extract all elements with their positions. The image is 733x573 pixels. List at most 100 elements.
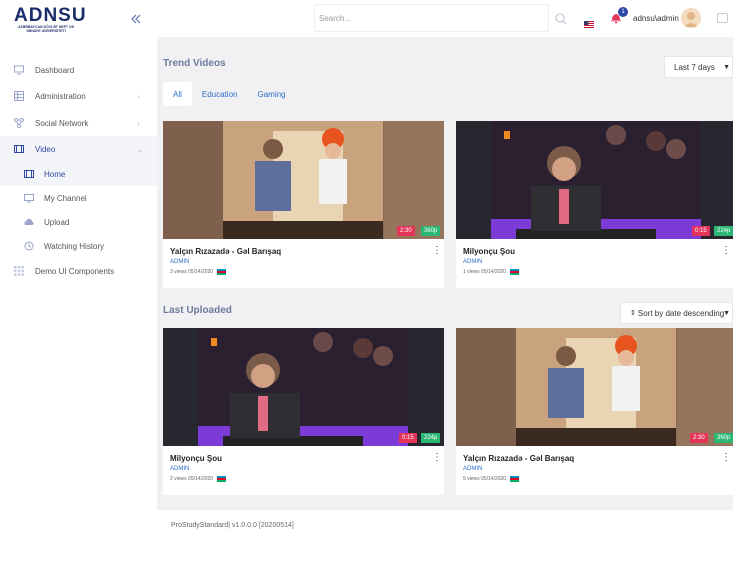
sidebar-item-label: Upload — [44, 217, 70, 227]
chevron-right-icon: › — [137, 118, 140, 128]
sidebar-subitem-my-channel[interactable]: My Channel — [0, 186, 157, 210]
sidebar-subitem-home[interactable]: Home — [0, 162, 157, 186]
sidebar-item-label: Home — [44, 169, 66, 179]
video-meta: 5 views 05/14/2020 — [463, 476, 520, 482]
more-options-icon[interactable]: ⋮ — [432, 245, 442, 256]
video-thumbnail[interactable]: 2:30 360p — [163, 121, 444, 239]
chevron-right-icon: › — [137, 91, 140, 101]
duration-badge: 2:30 — [690, 433, 708, 443]
video-title[interactable]: Yalçın Rızazadə - Gəl Barışaq — [170, 247, 281, 256]
avatar[interactable] — [681, 8, 701, 28]
sidebar-nav: Dashboard Administration › Social Networ… — [0, 58, 157, 284]
video-author[interactable]: ADMIN — [170, 259, 189, 265]
video-title[interactable]: Yalçın Rızazadə - Gəl Barışaq — [463, 454, 574, 463]
sidebar-item-label: Video — [35, 144, 56, 154]
video-author[interactable]: ADMIN — [170, 466, 189, 472]
monitor-icon — [24, 193, 34, 203]
video-meta: 3 views 05/14/2020 — [170, 269, 227, 275]
duration-badge: 0:15 — [692, 226, 710, 236]
resolution-badge: 224p — [421, 433, 441, 443]
video-author[interactable]: ADMIN — [463, 466, 482, 472]
video-thumbnail[interactable]: 0:15 224p — [163, 328, 444, 446]
az-flag-icon — [510, 476, 520, 482]
sidebar-item-label: Dashboard — [35, 65, 75, 75]
date-range-select[interactable]: Last 7 days ▼ — [664, 56, 733, 78]
footer-version: ProStudyStandard| v1.0.0.0 [20200514] — [171, 522, 294, 529]
resolution-badge: 360p — [421, 226, 441, 236]
video-meta-text: 1 views 05/14/2020 — [463, 269, 507, 275]
video-meta: 2 views 05/14/2020 — [170, 476, 227, 482]
video-card[interactable]: 2:30 360p Yalçın Rızazadə - Gəl Barışaq … — [163, 121, 444, 288]
panel-icon[interactable] — [717, 13, 728, 23]
monitor-icon — [14, 65, 24, 75]
search-placeholder: Search... — [319, 13, 352, 23]
chevron-down-icon: ⌄ — [137, 144, 144, 154]
more-options-icon[interactable]: ⋮ — [721, 452, 731, 463]
film-icon — [14, 144, 24, 154]
video-meta-text: 2 views 05/14/2020 — [170, 476, 214, 482]
caret-down-icon: ▼ — [723, 63, 730, 71]
date-range-value: Last 7 days — [674, 62, 715, 72]
video-author[interactable]: ADMIN — [463, 259, 482, 265]
tab-all[interactable]: All — [163, 82, 192, 106]
notification-badge: 1 — [618, 7, 628, 17]
sidebar-item-label: Demo UI Components — [35, 266, 115, 276]
sidebar-subitem-upload[interactable]: Upload — [0, 210, 157, 234]
video-meta-text: 5 views 05/14/2020 — [463, 476, 507, 482]
tab-gaming[interactable]: Gaming — [247, 82, 295, 106]
top-header: Search... 1 adnsu\admin — [157, 0, 733, 37]
history-icon — [24, 241, 34, 251]
video-title[interactable]: Milyonçu Şou — [463, 247, 515, 256]
username[interactable]: adnsu\admin — [633, 14, 679, 23]
resolution-badge: 360p — [714, 433, 733, 443]
more-options-icon[interactable]: ⋮ — [432, 452, 442, 463]
category-tabs: All Education Gaming — [163, 82, 296, 106]
network-icon — [13, 117, 25, 129]
video-card[interactable]: 0:15 224p Milyonçu Şou ADMIN 2 views 05/… — [163, 328, 444, 495]
sidebar-item-label: My Channel — [44, 193, 87, 203]
sort-select[interactable]: ⇕ Sort by date descending ▼ — [620, 302, 733, 324]
brand-name: ADNSU — [14, 5, 87, 26]
video-meta: 1 views 05/14/2020 — [463, 269, 520, 275]
duration-badge: 0:15 — [399, 433, 417, 443]
sidebar-item-label: Watching History — [44, 241, 105, 251]
az-flag-icon — [217, 476, 227, 482]
last-uploaded-title: Last Uploaded — [163, 305, 232, 316]
brand-logo[interactable]: ADNSU AZƏRBAYCAN DÖVLƏT NEFT VƏ SƏNAYE U… — [14, 5, 87, 36]
footer: ProStudyStandard| v1.0.0.0 [20200514] — [157, 510, 733, 573]
us-flag-icon[interactable] — [584, 15, 594, 28]
video-thumbnail[interactable]: 0:15 224p — [456, 121, 733, 239]
sidebar-item-label: Social Network — [35, 118, 89, 128]
sidebar-item-video[interactable]: Video ⌄ — [0, 136, 157, 162]
video-card[interactable]: 2:30 360p Yalçın Rızazadə - Gəl Barışaq … — [456, 328, 733, 495]
more-options-icon[interactable]: ⋮ — [721, 245, 731, 256]
sidebar: ADNSU AZƏRBAYCAN DÖVLƏT NEFT VƏ SƏNAYE U… — [0, 0, 157, 573]
sidebar-item-dashboard[interactable]: Dashboard — [0, 58, 157, 82]
trend-title: Trend Videos — [163, 58, 226, 69]
search-icon[interactable] — [555, 12, 567, 25]
sidebar-item-administration[interactable]: Administration › — [0, 82, 157, 110]
sidebar-item-demo-ui-components[interactable]: Demo UI Components — [0, 258, 157, 284]
grid-icon — [14, 266, 24, 276]
sidebar-item-social-network[interactable]: Social Network › — [0, 110, 157, 136]
sidebar-subitem-watching-history[interactable]: Watching History — [0, 234, 157, 258]
tab-education[interactable]: Education — [192, 82, 248, 106]
film-icon — [24, 169, 34, 179]
brand-subtitle: AZƏRBAYCAN DÖVLƏT NEFT VƏ SƏNAYE UNİVERS… — [18, 25, 74, 33]
upload-icon — [24, 217, 34, 227]
video-card[interactable]: 0:15 224p Milyonçu Şou ADMIN 1 views 05/… — [456, 121, 733, 288]
caret-down-icon: ▼ — [723, 309, 730, 317]
sort-value: Sort by date descending — [637, 308, 725, 318]
sidebar-item-label: Administration — [35, 91, 86, 101]
double-chevron-left-icon[interactable] — [129, 12, 143, 26]
video-meta-text: 3 views 05/14/2020 — [170, 269, 214, 275]
video-thumbnail[interactable]: 2:30 360p — [456, 328, 733, 446]
duration-badge: 2:30 — [397, 226, 415, 236]
search-input[interactable]: Search... — [314, 4, 549, 32]
sort-icon: ⇕ — [630, 310, 636, 317]
table-icon — [14, 91, 24, 101]
az-flag-icon — [217, 269, 227, 275]
resolution-badge: 224p — [714, 226, 733, 236]
az-flag-icon — [510, 269, 520, 275]
video-title[interactable]: Milyonçu Şou — [170, 454, 222, 463]
